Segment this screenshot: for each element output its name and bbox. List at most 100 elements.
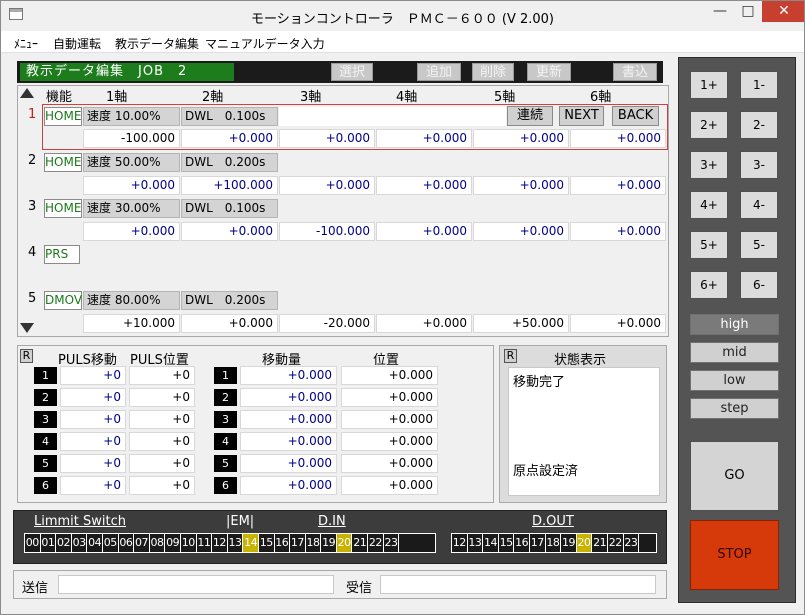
update-button[interactable]: 更新	[527, 63, 571, 81]
refresh-tag[interactable]: R	[504, 349, 517, 363]
receive-field	[380, 575, 656, 594]
axis-label: 2	[34, 389, 57, 406]
puls-pos-value: +0	[129, 366, 195, 385]
scroll-down-icon[interactable]	[20, 323, 34, 333]
stop-button[interactable]: STOP	[690, 520, 779, 590]
col-header-func: 機能	[46, 90, 73, 105]
row-value-axis3[interactable]: -100.000	[279, 222, 375, 241]
row-value-axis5[interactable]: +0.000	[473, 129, 569, 148]
menu-item-auto-run[interactable]: 自動運転	[53, 35, 101, 52]
select-button[interactable]: 選択	[331, 63, 373, 81]
dout-bit-20: 20	[576, 534, 593, 552]
scroll-up-icon[interactable]	[20, 88, 34, 98]
row-value-axis3[interactable]: +0.000	[279, 129, 375, 148]
row-value-axis3[interactable]: -20.000	[279, 314, 375, 333]
row-speed[interactable]: 速度 30.00%	[83, 199, 180, 218]
continuous-button[interactable]: 連続	[507, 106, 553, 126]
jog-1-minus-button[interactable]: 1-	[740, 71, 778, 99]
row-dwell[interactable]: DWL 0.100s	[181, 107, 278, 126]
jog-3-plus-button[interactable]: 3+	[690, 151, 728, 179]
dout-bit-13: 13	[468, 534, 484, 552]
jog-5-plus-button[interactable]: 5+	[690, 231, 728, 259]
comm-bar: 送信 受信	[13, 570, 667, 599]
row-value-axis4[interactable]: +0.000	[376, 222, 472, 241]
app-window: モーションコントローラ ＰＭＣ－６００ (V 2.00) — □ ✕ ﾒﾆｭｰ …	[0, 0, 805, 615]
jog-panel: 1+ 1- 2+ 2- 3+ 3- 4+ 4- 5+ 5- 6+ 6- high…	[678, 57, 796, 603]
back-button[interactable]: BACK	[612, 106, 659, 126]
speed-mid-button[interactable]: mid	[690, 342, 779, 363]
row-number: 1	[28, 107, 37, 122]
din-bit-19: 19	[321, 534, 337, 552]
menu-item-teach-edit[interactable]: 教示データ編集	[115, 35, 199, 52]
write-button[interactable]: 書込	[613, 63, 657, 81]
menu-item-manual-input[interactable]: マニュアルデータ入力	[205, 35, 325, 52]
jog-6-minus-button[interactable]: 6-	[740, 271, 778, 299]
speed-high-button[interactable]: high	[690, 314, 779, 335]
refresh-tag[interactable]: R	[20, 349, 33, 363]
row-speed[interactable]: 速度 50.00%	[83, 153, 180, 172]
row-value-axis4[interactable]: +0.000	[376, 176, 472, 195]
row-value-axis2[interactable]: +0.000	[181, 129, 278, 148]
din-bit-18: 18	[306, 534, 322, 552]
axis-label: 4	[214, 433, 237, 450]
close-button[interactable]: ✕	[762, 1, 804, 22]
send-field	[58, 575, 334, 594]
row-value-axis6[interactable]: +0.000	[570, 314, 666, 333]
row-value-axis5[interactable]: +0.000	[473, 222, 569, 241]
jog-6-plus-button[interactable]: 6+	[690, 271, 728, 299]
row-func[interactable]: HOME	[44, 153, 82, 172]
row-func[interactable]: DMOV	[44, 291, 82, 310]
row-speed[interactable]: 速度 80.00%	[83, 291, 180, 310]
row-value-axis6[interactable]: +0.000	[570, 176, 666, 195]
row-value-axis1[interactable]: -100.000	[83, 129, 180, 148]
jog-5-minus-button[interactable]: 5-	[740, 231, 778, 259]
speed-step-button[interactable]: step	[690, 398, 779, 419]
speed-low-button[interactable]: low	[690, 370, 779, 391]
row-value-axis2[interactable]: +100.000	[181, 176, 278, 195]
row-func[interactable]: HOME	[44, 107, 82, 126]
row-dwell[interactable]: DWL 0.200s	[181, 291, 278, 310]
dout-bit-15: 15	[499, 534, 515, 552]
din-bit-15: 15	[259, 534, 275, 552]
minimize-button[interactable]: —	[706, 1, 734, 22]
row-value-axis4[interactable]: +0.000	[376, 314, 472, 333]
jog-4-minus-button[interactable]: 4-	[740, 191, 778, 219]
row-value-axis1[interactable]: +0.000	[83, 222, 180, 241]
axis-label: 5	[34, 455, 57, 472]
row-value-axis2[interactable]: +0.000	[181, 222, 278, 241]
delete-button[interactable]: 削除	[472, 63, 514, 81]
row-value-axis6[interactable]: +0.000	[570, 222, 666, 241]
jog-3-minus-button[interactable]: 3-	[740, 151, 778, 179]
row-value-axis5[interactable]: +0.000	[473, 176, 569, 195]
io-panel: Limmit Switch |EM| D.IN D.OUT 00 01 02 03 04…	[13, 510, 667, 564]
add-button[interactable]: 追加	[417, 63, 461, 81]
row-func[interactable]: PRS	[44, 245, 80, 264]
row-value-axis2[interactable]: +0.000	[181, 314, 278, 333]
puls-pos-value: +0	[129, 454, 195, 473]
next-button[interactable]: NEXT	[559, 106, 604, 126]
move-amount-value: +0.000	[240, 366, 337, 385]
menu-item-menu[interactable]: ﾒﾆｭｰ	[14, 35, 38, 52]
row-speed[interactable]: 速度 10.00%	[83, 107, 180, 126]
row-value-axis1[interactable]: +0.000	[83, 176, 180, 195]
jog-4-plus-button[interactable]: 4+	[690, 191, 728, 219]
jog-1-plus-button[interactable]: 1+	[690, 71, 728, 99]
go-button[interactable]: GO	[690, 441, 779, 511]
row-value-axis5[interactable]: +50.000	[473, 314, 569, 333]
maximize-button[interactable]: □	[734, 1, 762, 22]
status-display: 移動完了 原点設定済	[508, 367, 660, 496]
row-value-axis4[interactable]: +0.000	[376, 129, 472, 148]
col-header-axis2: 2軸	[202, 90, 224, 105]
jog-2-plus-button[interactable]: 2+	[690, 111, 728, 139]
row-func[interactable]: HOME	[44, 199, 82, 218]
row-dwell[interactable]: DWL 0.100s	[181, 199, 278, 218]
row-value-axis6[interactable]: +0.000	[570, 129, 666, 148]
jog-2-minus-button[interactable]: 2-	[740, 111, 778, 139]
row-dwell[interactable]: DWL 0.200s	[181, 153, 278, 172]
din-bit-23: 23	[384, 534, 400, 552]
row-value-axis3[interactable]: +0.000	[279, 176, 375, 195]
din-bit-11: 11	[197, 534, 213, 552]
puls-pos-value: +0	[129, 476, 195, 495]
status-panel: R 状態表示 移動完了 原点設定済	[499, 345, 667, 503]
row-value-axis1[interactable]: +10.000	[83, 314, 180, 333]
